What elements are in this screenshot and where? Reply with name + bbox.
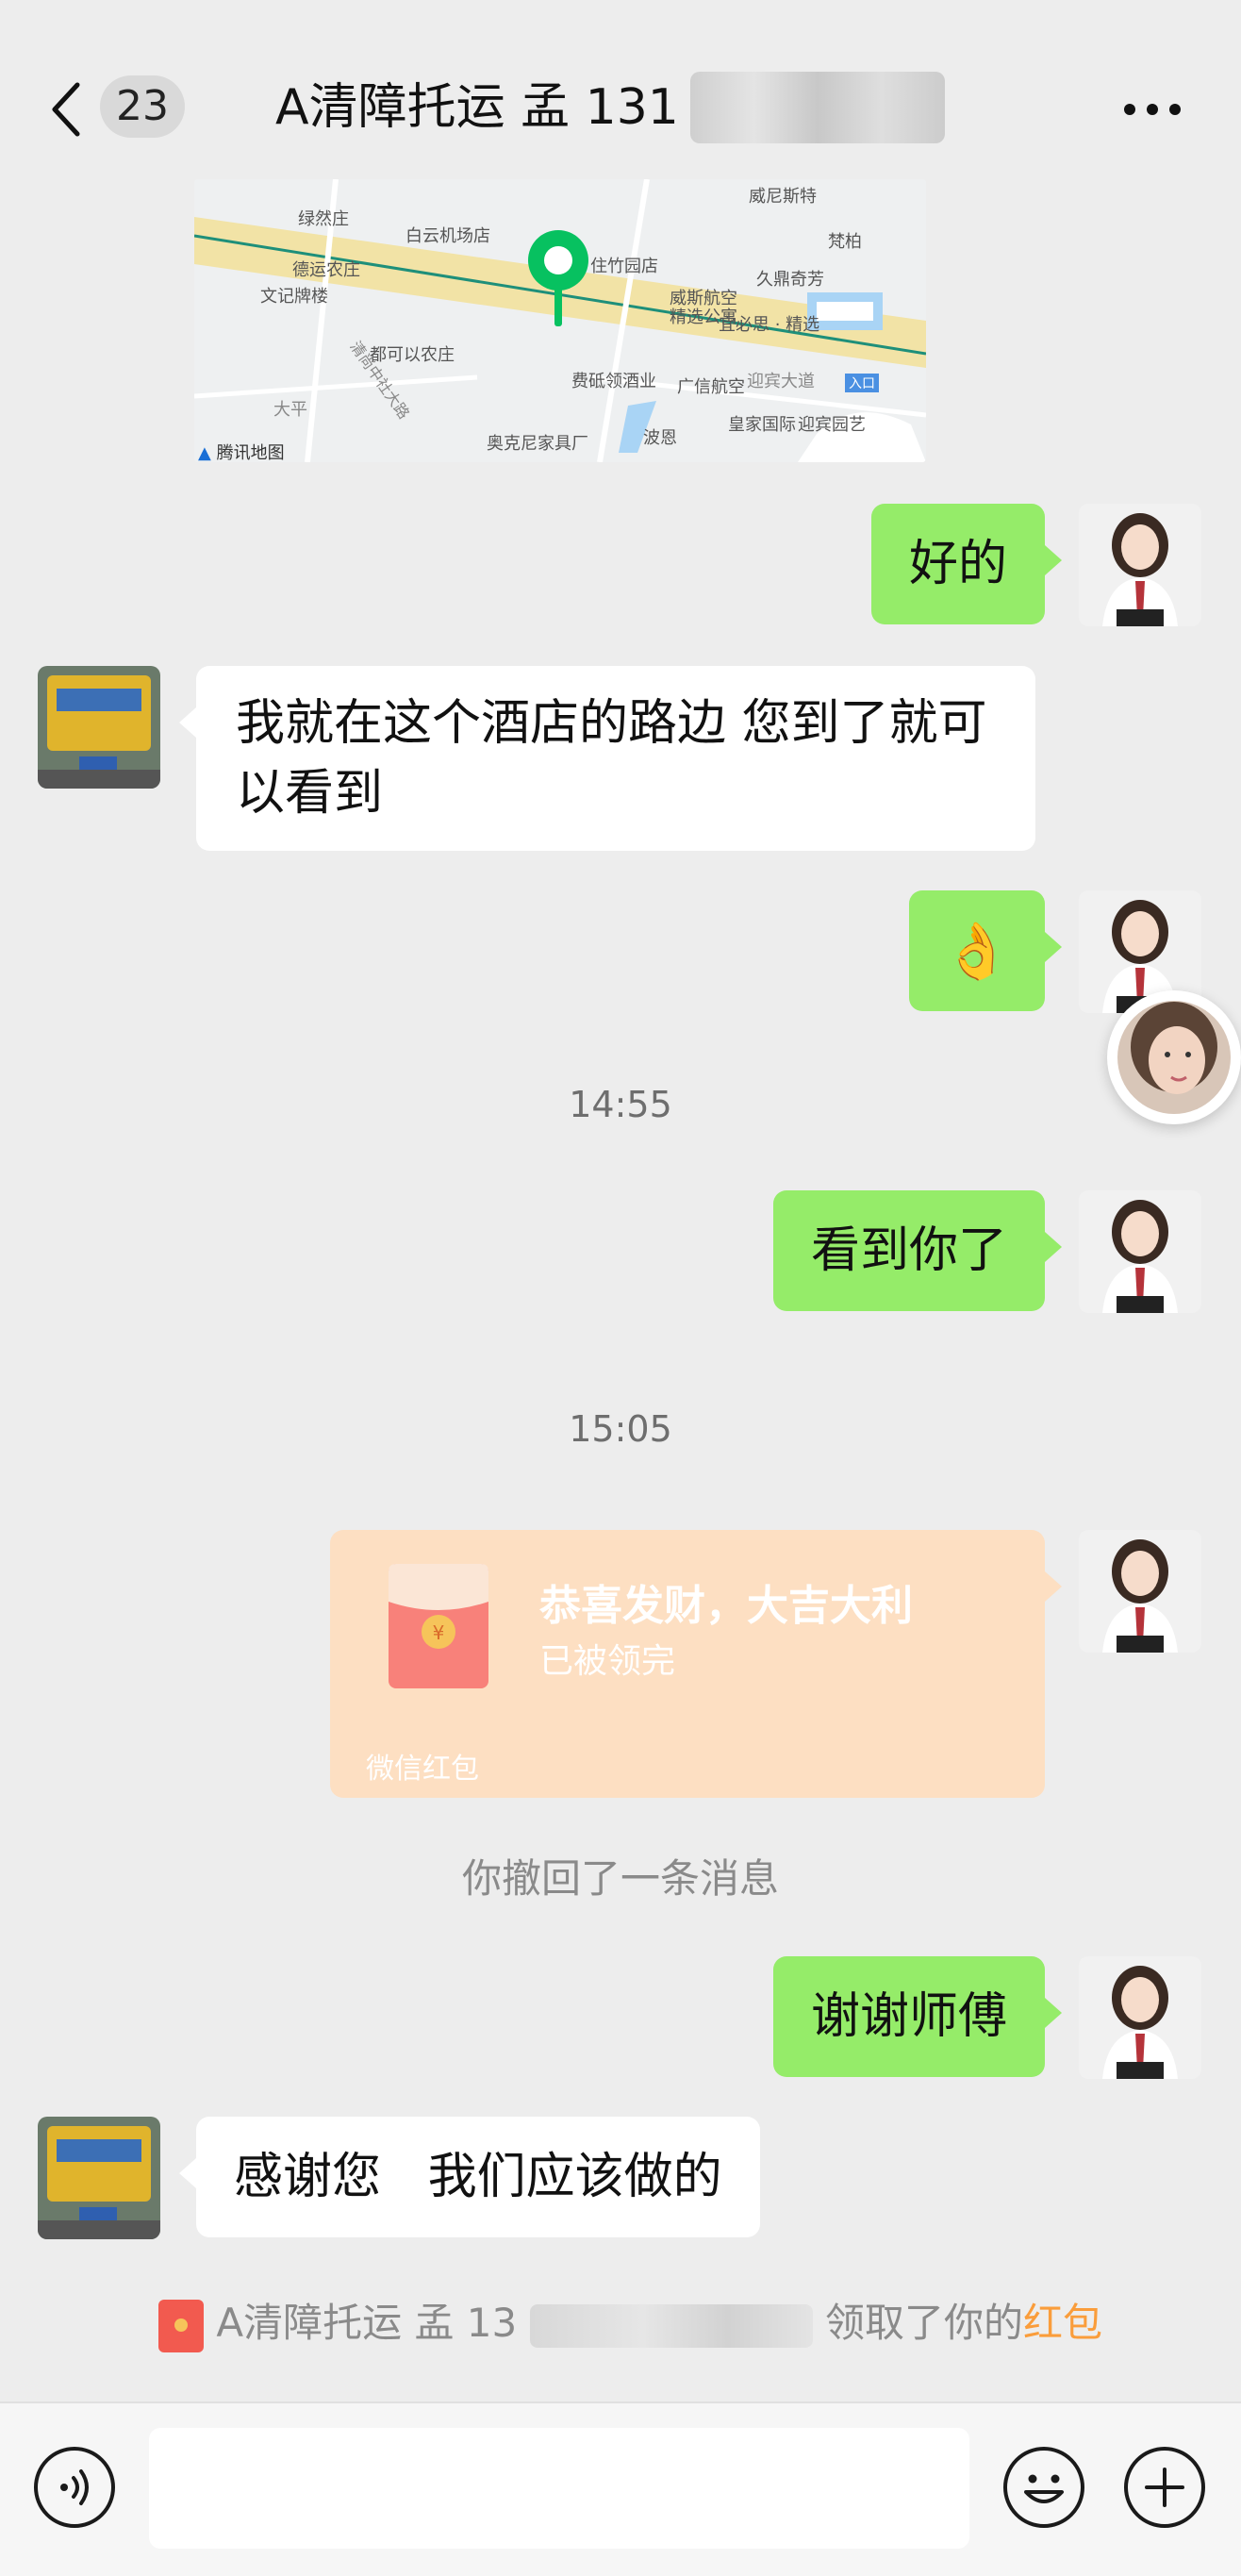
contact-avatar-image	[38, 666, 160, 789]
map-label: 文记牌楼	[260, 287, 328, 307]
map-label: 绿然庄	[298, 209, 349, 229]
svg-text:¥: ¥	[433, 1621, 445, 1644]
message-bubble-self[interactable]: 谢谢师傅	[772, 1956, 1063, 2077]
unread-badge[interactable]: 23	[100, 75, 185, 138]
chat-header: 23 A清障托运 孟 131	[0, 0, 1241, 179]
map-label: 住竹园店	[590, 257, 658, 276]
more-button[interactable]	[1122, 91, 1183, 128]
location-map-card[interactable]: 威尼斯特 绿然庄 白云机场店 住竹园店 梵柏 久鼎奇芳 德运农庄 威斯航空 文记…	[194, 179, 926, 462]
self-avatar[interactable]	[1079, 1530, 1201, 1653]
self-avatar[interactable]	[1079, 504, 1201, 626]
timestamp: 15:05	[569, 1408, 672, 1450]
message-bubble-contact[interactable]: 感谢您 我们应该做的	[179, 2117, 760, 2237]
red-packet-small-icon	[158, 2299, 204, 2352]
add-button[interactable]	[1124, 2447, 1205, 2528]
notice-text: 领取了你的	[824, 2300, 1023, 2346]
voice-icon	[60, 2469, 89, 2505]
map-attribution-text: 腾讯地图	[216, 443, 285, 462]
map-label: 波恩	[643, 428, 677, 448]
red-packet-title: 恭喜发财，大吉大利	[539, 1582, 913, 1630]
emoji-button[interactable]	[1003, 2447, 1084, 2528]
map-label: 奥克尼家具厂	[487, 434, 588, 454]
map-label: 费砥领酒业	[571, 372, 656, 391]
map-label: 威尼斯特	[749, 187, 817, 207]
map-label: 梵柏	[828, 232, 862, 252]
map-label: 白云机场店	[405, 226, 490, 246]
map-label: 大平	[273, 400, 307, 420]
message-bubble-self-emoji[interactable]: 👌	[909, 890, 1062, 1011]
more-icon	[1124, 104, 1181, 115]
red-envelope-icon: ¥	[389, 1564, 488, 1688]
self-avatar[interactable]	[1079, 1956, 1201, 2079]
ok-hand-emoji-icon: 👌	[942, 919, 1012, 983]
red-packet-link[interactable]: 红包	[1023, 2300, 1102, 2346]
map-label: 迎宾园艺	[798, 415, 866, 435]
tencent-map-logo-icon: ▲	[198, 443, 211, 462]
map-label: 皇家国际	[728, 415, 796, 435]
contact-avatar[interactable]	[38, 666, 160, 789]
red-packet-card-tail	[1045, 1571, 1062, 1602]
red-packet-card[interactable]: ¥ 恭喜发财，大吉大利 已被领完 微信红包	[330, 1530, 1062, 1798]
message-bubble-self[interactable]: 看到你了	[772, 1190, 1063, 1311]
map-attribution: ▲ 腾讯地图	[198, 440, 285, 462]
contact-avatar-image	[38, 2117, 160, 2239]
emoji-icon	[1024, 2474, 1064, 2503]
location-pin-icon	[528, 230, 588, 326]
red-packet-icon: ¥	[389, 1564, 488, 1688]
add-icon	[1145, 2468, 1184, 2507]
self-avatar-image	[1079, 504, 1201, 626]
chat-title: A清障托运 孟 131	[275, 79, 679, 136]
notice-sender: A清障托运 孟 13	[216, 2300, 518, 2346]
map-label: 德运农庄	[292, 260, 360, 280]
self-avatar[interactable]	[1079, 1190, 1201, 1313]
self-avatar-image	[1079, 1190, 1201, 1313]
back-button[interactable]	[45, 74, 92, 145]
blurred-phone-number	[690, 72, 945, 143]
map-label: 迎宾大道	[747, 372, 815, 391]
map-label: 宜必思 · 精选	[719, 315, 820, 335]
red-packet-received-notice: A清障托运 孟 13 领取了你的红包	[158, 2294, 1102, 2352]
self-avatar-image	[1079, 1530, 1201, 1653]
map-label: 入口	[845, 374, 879, 392]
blurred-phone-number	[529, 2303, 813, 2348]
self-avatar-image	[1079, 1956, 1201, 2079]
contact-avatar[interactable]	[38, 2117, 160, 2239]
chevron-left-icon	[52, 82, 80, 137]
map-label: 广信航空	[677, 377, 745, 397]
map-label: 久鼎奇芳	[756, 270, 824, 290]
map-marker	[524, 226, 592, 330]
system-message: 你撤回了一条消息	[461, 1855, 779, 1902]
message-input[interactable]	[149, 2428, 969, 2549]
red-packet-status: 已被领完	[539, 1642, 676, 1681]
voice-button[interactable]	[34, 2447, 115, 2528]
message-bubble-contact[interactable]: 我就在这个酒店的路边 您到了就可以看到	[179, 666, 1035, 851]
red-packet-footer: 微信红包	[366, 1753, 479, 1786]
message-bubble-self[interactable]: 好的	[870, 504, 1063, 624]
timestamp: 14:55	[569, 1084, 672, 1125]
